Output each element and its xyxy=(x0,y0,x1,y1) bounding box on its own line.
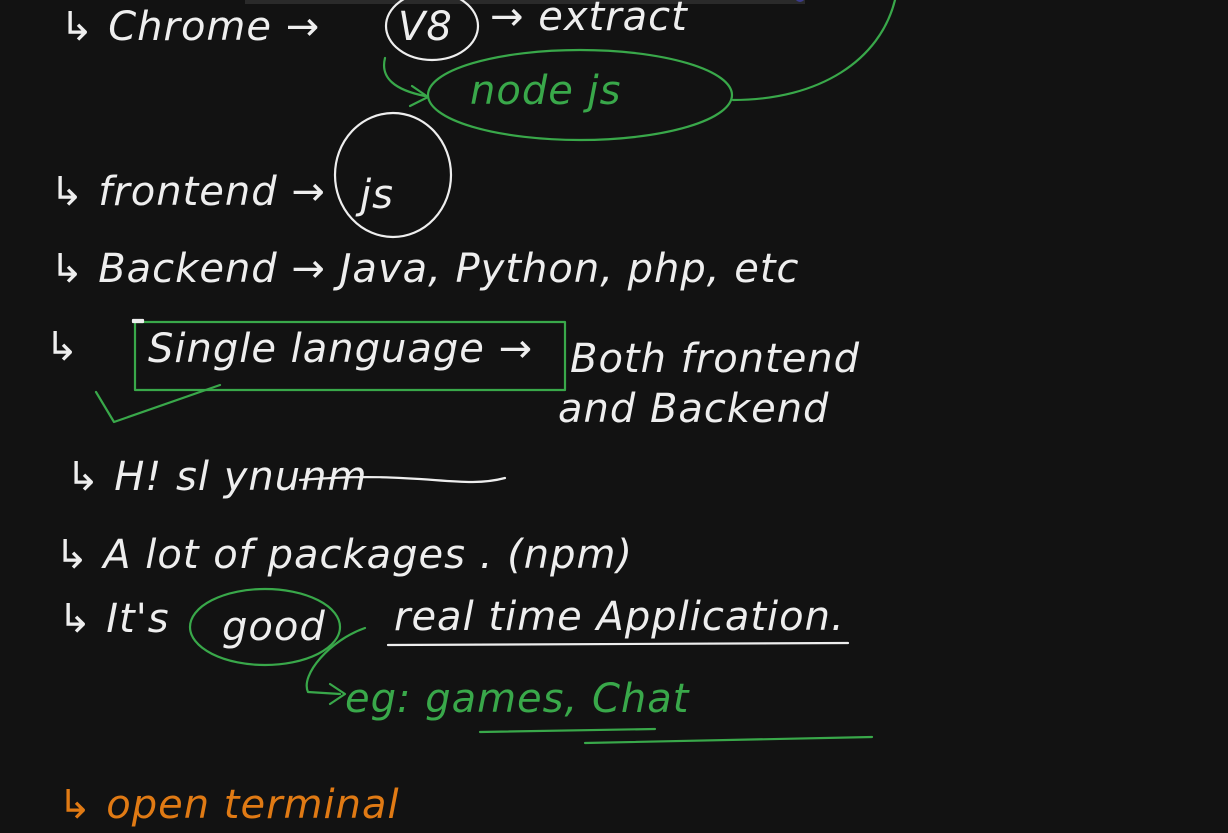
note-line-single-language-boxed: Single language → xyxy=(148,326,533,372)
note-line-packages: ↳ A lot of packages . (npm) xyxy=(55,532,633,578)
v8-arrow-head xyxy=(408,84,430,108)
note-line-chrome-prefix: ↳ Chrome → xyxy=(60,4,320,50)
single-language-box-corner xyxy=(131,318,145,324)
realtime-underline xyxy=(386,641,850,647)
note-line-scribble-text: ↳ H! sl ynunm xyxy=(66,454,367,500)
note-line-scribble: ↳ H! sl ynunm xyxy=(66,454,507,500)
node-js-connector xyxy=(731,0,897,102)
note-line-terminal-text: ↳ open terminal xyxy=(58,782,400,828)
note-line-frontend: ↳ frontend → js xyxy=(50,111,453,239)
note-line-realtime-suffix: real time Application. xyxy=(394,594,845,640)
note-line-realtime-example: eg: games, Chat xyxy=(345,676,690,722)
whiteboard-canvas: ↳ Chrome → V8 → extract node js ↳ fronte… xyxy=(0,0,1228,833)
note-line-chrome-suffix: → extract xyxy=(490,0,688,40)
handwritten-notes: ↳ Chrome → V8 → extract node js ↳ fronte… xyxy=(45,0,897,828)
note-line-single-language-continuation: and Backend xyxy=(558,386,829,432)
note-line-packages-text: ↳ A lot of packages . (npm) xyxy=(55,532,633,578)
note-line-single-language-prefix: ↳ xyxy=(45,324,80,370)
note-line-frontend-boxed: js xyxy=(355,172,394,218)
note-line-realtime-prefix: ↳ It's xyxy=(58,596,170,642)
note-line-single-language: ↳ Single language → Both frontend and Ba… xyxy=(45,318,860,432)
note-line-terminal: ↳ open terminal xyxy=(58,782,400,828)
note-line-realtime-boxed: good xyxy=(222,604,326,650)
note-line-chrome: ↳ Chrome → V8 → extract node js xyxy=(60,0,897,142)
note-line-chrome-boxed: V8 xyxy=(398,4,453,50)
note-line-frontend-prefix: ↳ frontend → xyxy=(50,169,326,215)
note-line-backend-text: ↳ Backend → Java, Python, php, etc xyxy=(50,246,800,292)
note-line-realtime: ↳ It's good real time Application. eg: g… xyxy=(58,587,874,745)
note-line-backend: ↳ Backend → Java, Python, php, etc xyxy=(50,246,800,292)
note-line-single-language-suffix: Both frontend xyxy=(570,336,860,382)
node-js-label: node js xyxy=(470,68,622,114)
chat-underline xyxy=(583,735,874,745)
games-underline xyxy=(478,727,657,734)
